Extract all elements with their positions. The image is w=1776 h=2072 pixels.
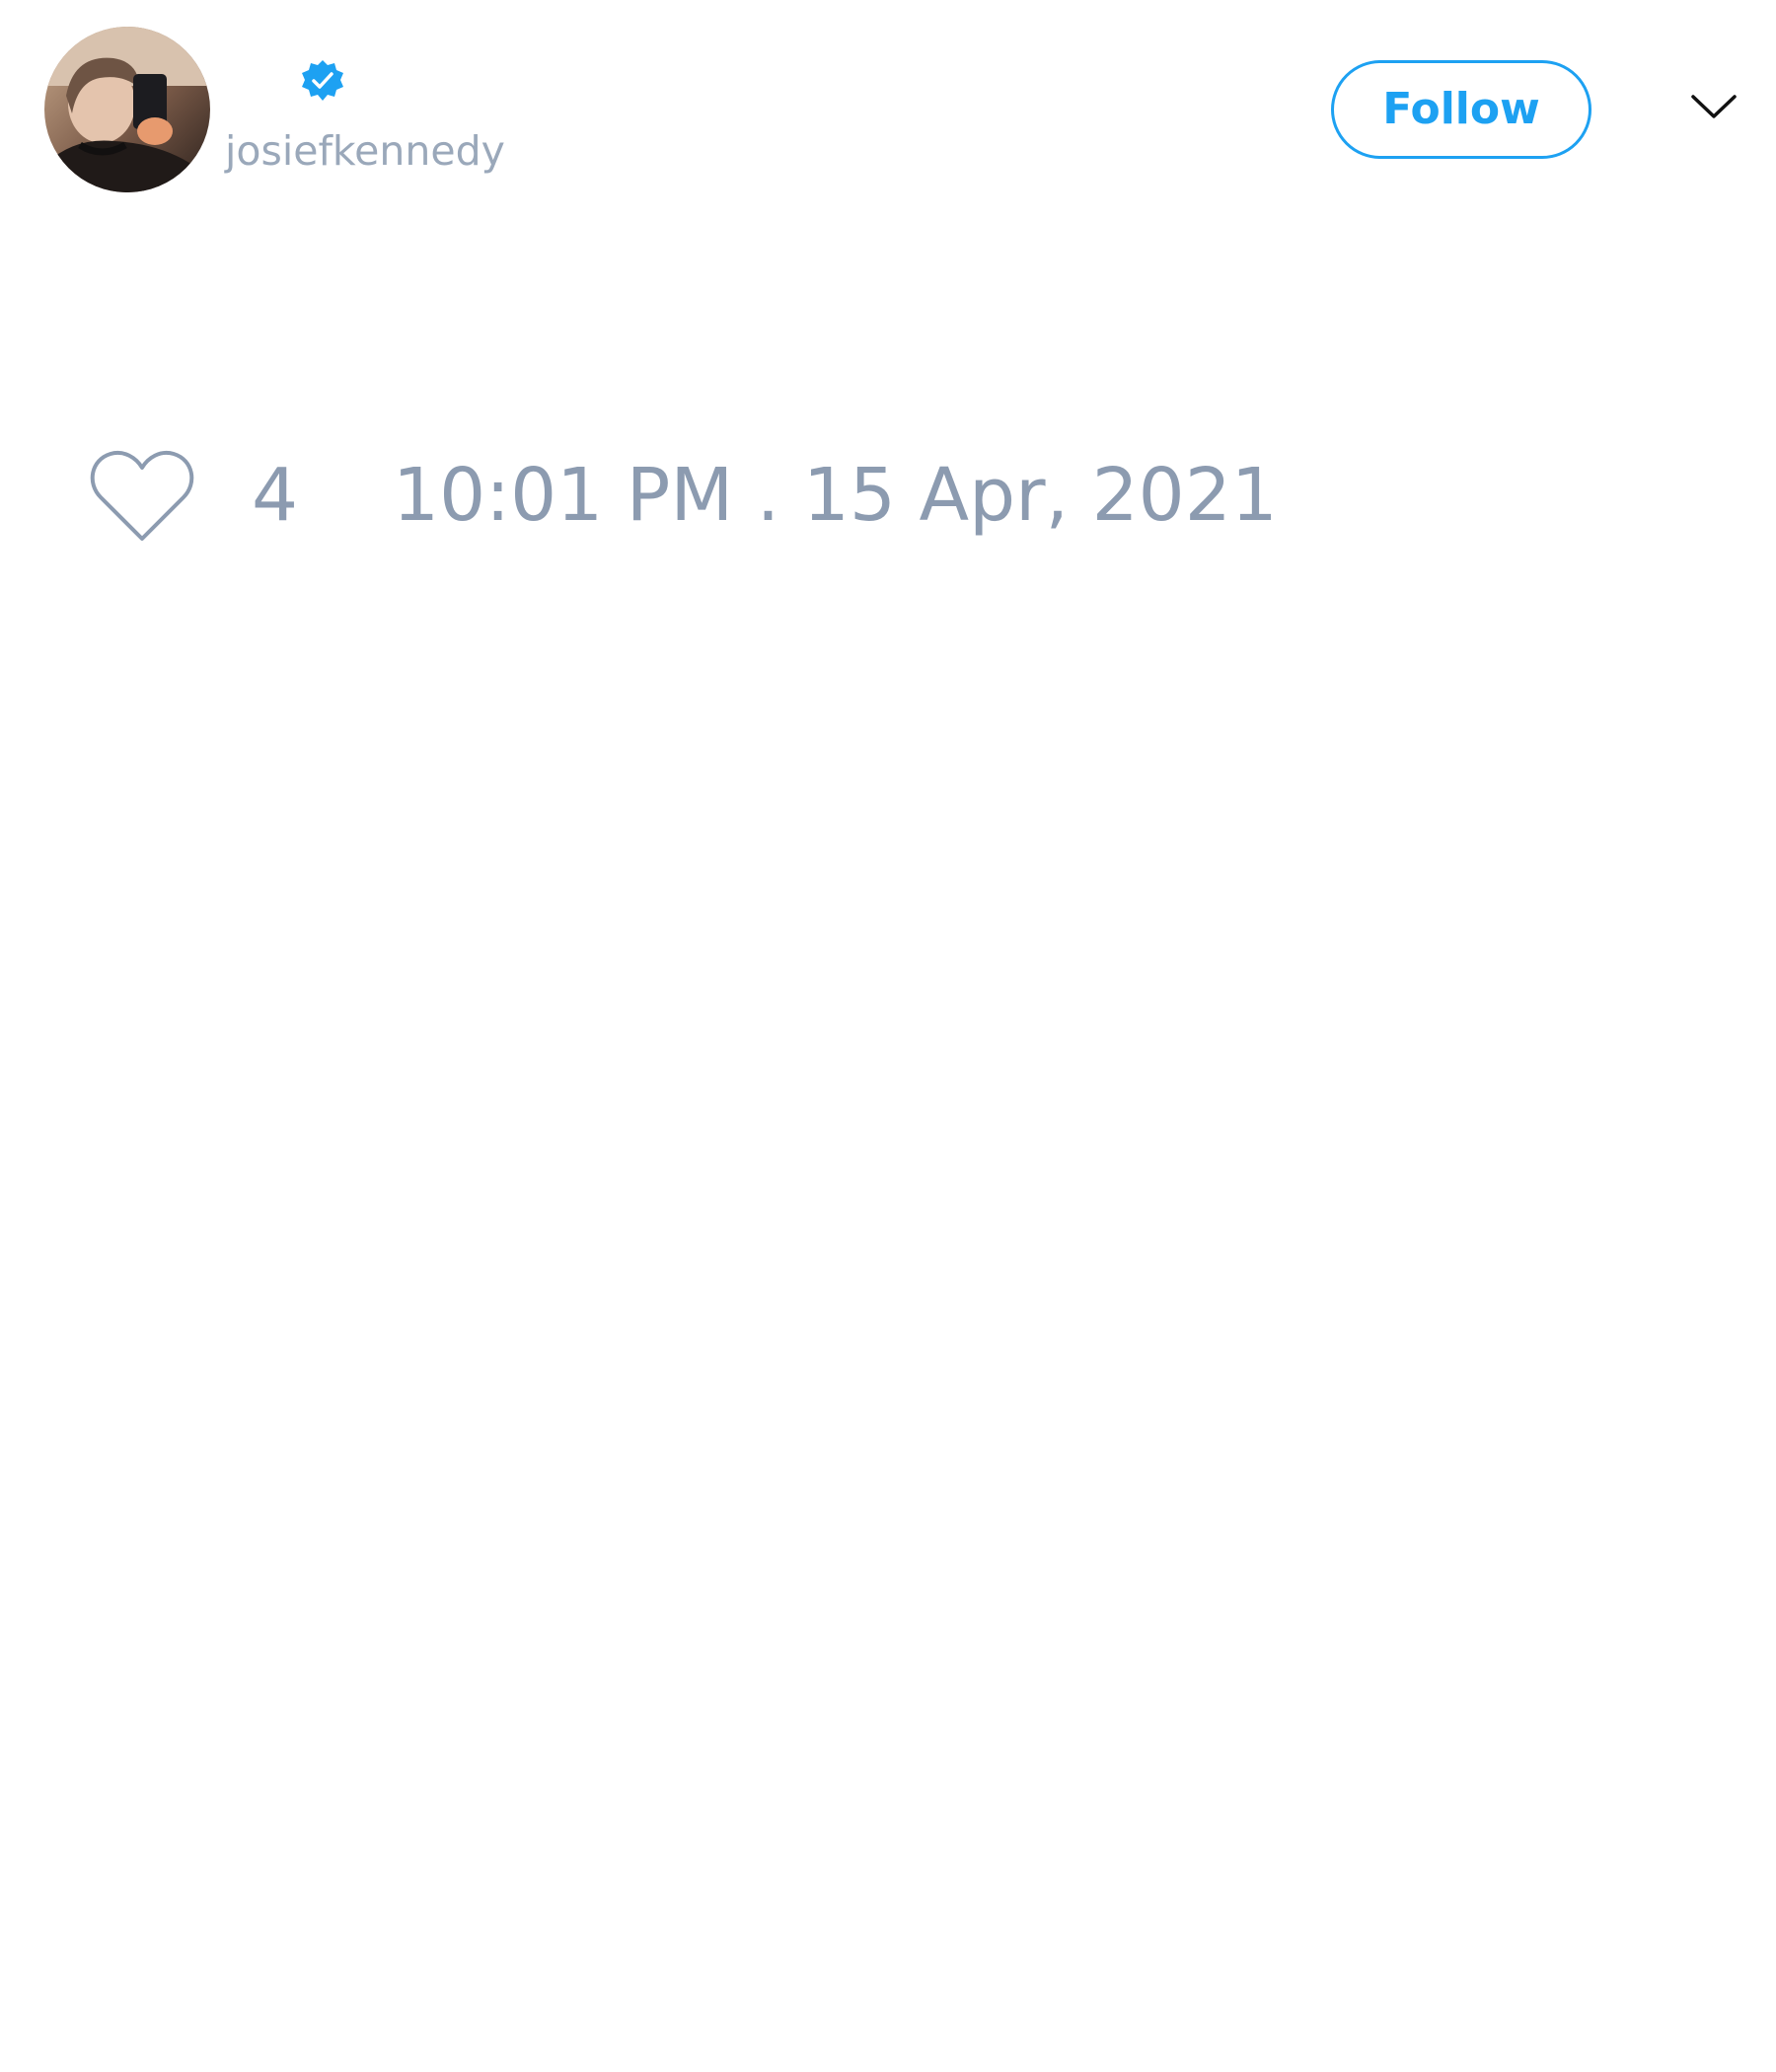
avatar-photo bbox=[44, 27, 210, 192]
heart-outline-icon[interactable] bbox=[89, 446, 195, 545]
avatar[interactable] bbox=[44, 27, 210, 192]
chevron-down-icon[interactable] bbox=[1689, 91, 1739, 122]
author-handle[interactable]: josiefkennedy bbox=[225, 126, 505, 176]
like-count: 4 bbox=[252, 453, 299, 538]
tweet-timestamp[interactable]: 10:01 PM . 15 Apr, 2021 bbox=[393, 456, 1278, 535]
verified-check-icon bbox=[300, 58, 345, 104]
follow-button[interactable]: Follow bbox=[1331, 60, 1591, 159]
